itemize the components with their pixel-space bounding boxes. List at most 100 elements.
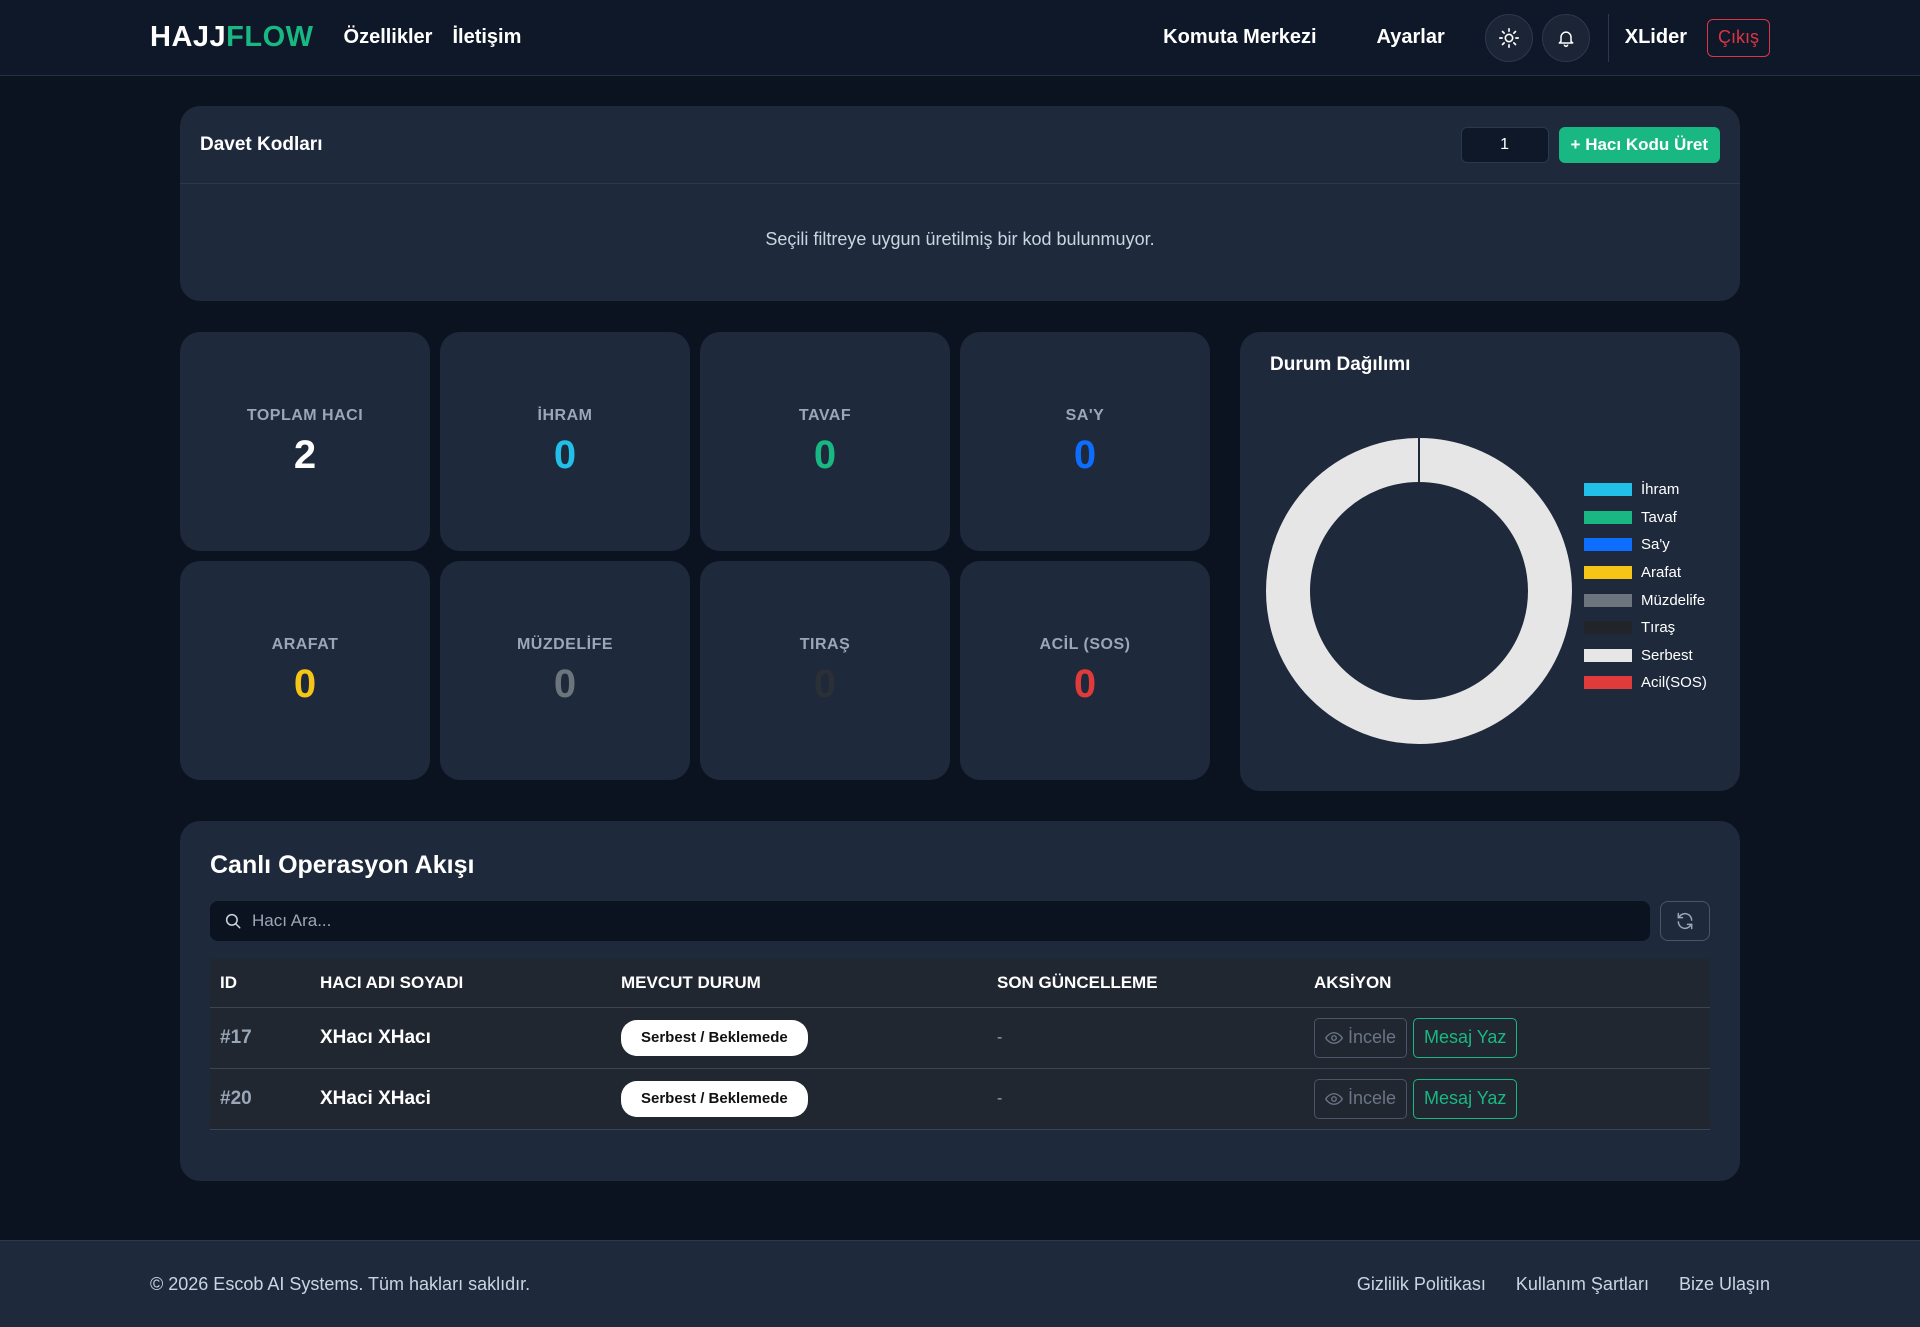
user-name[interactable]: XLider — [1625, 26, 1687, 49]
legend-item[interactable]: Serbest — [1584, 642, 1707, 670]
status-badge: Serbest / Beklemede — [621, 1019, 808, 1056]
status-donut-chart — [1266, 438, 1572, 744]
generate-code-button[interactable]: + Hacı Kodu Üret — [1558, 126, 1720, 163]
view-button[interactable]: İncele — [1314, 1017, 1408, 1058]
stat-card: İHRAM 0 — [440, 332, 690, 551]
bell-icon — [1558, 30, 1574, 47]
stat-label: ARAFAT — [271, 635, 339, 653]
col-header-name: HACI ADI SOYADI — [310, 959, 611, 1008]
code-quantity-input[interactable]: 1 — [1460, 126, 1549, 163]
stat-card: ARAFAT 0 — [180, 561, 430, 780]
view-button[interactable]: İncele — [1314, 1078, 1408, 1119]
refresh-icon — [1677, 912, 1693, 930]
search-box — [210, 901, 1650, 941]
stat-label: SA'Y — [1065, 406, 1105, 424]
legend-swatch — [1584, 538, 1632, 552]
stat-label: MÜZDELİFE — [516, 635, 614, 653]
refresh-button[interactable] — [1660, 901, 1710, 941]
stat-value: 0 — [293, 661, 317, 706]
legend-swatch — [1584, 483, 1632, 497]
row-id: #20 — [210, 1068, 310, 1130]
stat-value: 0 — [813, 661, 837, 706]
legend-item[interactable]: İhram — [1584, 476, 1707, 504]
legend-label: Tavaf — [1641, 508, 1677, 526]
chart-legend: İhram Tavaf Sa'y Arafat Müzdelife Tıraş Serbes… — [1584, 476, 1707, 697]
message-button[interactable]: Mesaj Yaz — [1413, 1017, 1518, 1058]
message-button[interactable]: Mesaj Yaz — [1413, 1078, 1518, 1119]
stat-card: TAVAF 0 — [700, 332, 950, 551]
footer: © 2026 Escob AI Systems. Tüm hakları sak… — [0, 1240, 1920, 1327]
legend-swatch — [1584, 566, 1632, 580]
footer-copyright: © 2026 Escob AI Systems. Tüm hakları sak… — [150, 1273, 531, 1294]
stat-label: İHRAM — [537, 406, 593, 424]
legend-label: Serbest — [1641, 646, 1693, 664]
stat-label: TOPLAM HACI — [246, 406, 364, 424]
stat-label: TAVAF — [798, 406, 852, 424]
row-actions: İncele Mesaj Yaz — [1304, 1068, 1710, 1130]
legend-item[interactable]: Sa'y — [1584, 531, 1707, 559]
invite-codes-card: Davet Kodları 1 + Hacı Kodu Üret Seçili … — [180, 106, 1740, 301]
row-status-cell: Serbest / Beklemede — [611, 1068, 987, 1130]
nav-link-command-center[interactable]: Komuta Merkezi — [1163, 26, 1316, 49]
row-id: #17 — [210, 1007, 310, 1069]
legend-item[interactable]: Acil(SOS) — [1584, 669, 1707, 697]
nav-right: Komuta Merkezi Ayarlar XLider Çıkış — [1163, 13, 1770, 62]
footer-link-contact[interactable]: Bize Ulaşın — [1679, 1274, 1770, 1295]
donut-slice-6[interactable] — [1266, 438, 1572, 744]
legend-item[interactable]: Tavaf — [1584, 504, 1707, 532]
status-badge: Serbest / Beklemede — [621, 1080, 808, 1117]
footer-link-privacy[interactable]: Gizlilik Politikası — [1357, 1274, 1486, 1295]
footer-links: Gizlilik Politikası Kullanım Şartları Bi… — [1327, 1274, 1770, 1295]
legend-item[interactable]: Arafat — [1584, 559, 1707, 587]
stat-value: 0 — [1073, 432, 1097, 477]
chart-title: Durum Dağılımı — [1270, 354, 1411, 375]
legend-label: Sa'y — [1641, 536, 1670, 554]
legend-item[interactable]: Müzdelife — [1584, 586, 1707, 614]
invite-codes-title: Davet Kodları — [200, 133, 323, 155]
status-distribution-card: Durum Dağılımı İhram Tavaf Sa'y Arafat Müzde… — [1240, 332, 1740, 791]
stat-value: 0 — [553, 661, 577, 706]
legend-swatch — [1584, 621, 1632, 635]
sun-icon — [1498, 27, 1519, 48]
stat-value: 2 — [293, 432, 317, 477]
legend-swatch — [1584, 593, 1632, 607]
legend-swatch — [1584, 510, 1632, 524]
search-icon — [225, 913, 241, 929]
row-status-cell: Serbest / Beklemede — [611, 1007, 987, 1069]
row-updated: - — [987, 1068, 1304, 1130]
stat-card: ACİL (SOS) 0 — [960, 561, 1210, 780]
stat-value: 0 — [553, 432, 577, 477]
row-name: XHacı XHacı — [310, 1007, 611, 1069]
table-header-row: ID HACI ADI SOYADI MEVCUT DURUM SON GÜNC… — [210, 959, 1710, 1008]
nav-link-settings[interactable]: Ayarlar — [1377, 26, 1445, 49]
stat-card: MÜZDELİFE 0 — [440, 561, 690, 780]
eye-icon — [1325, 1092, 1343, 1105]
legend-item[interactable]: Tıraş — [1584, 614, 1707, 642]
col-header-updated: SON GÜNCELLEME — [987, 959, 1304, 1008]
nav-link-features[interactable]: Özellikler — [344, 26, 433, 49]
legend-label: Tıraş — [1641, 619, 1676, 637]
row-name: XHaci XHaci — [310, 1068, 611, 1130]
nav-link-contact[interactable]: İletişim — [452, 26, 521, 49]
legend-label: İhram — [1641, 481, 1680, 499]
row-actions: İncele Mesaj Yaz — [1304, 1007, 1710, 1069]
logout-button[interactable]: Çıkış — [1706, 18, 1770, 57]
row-updated: - — [987, 1007, 1304, 1069]
nav-separator — [1607, 13, 1609, 62]
footer-link-terms[interactable]: Kullanım Şartları — [1516, 1274, 1649, 1295]
stat-card: TOPLAM HACI 2 — [180, 332, 430, 551]
table-row: #17 XHacı XHacı Serbest / Beklemede - İn… — [210, 1007, 1710, 1069]
navbar: HAJJFLOW Özellikler İletişim Komuta Merk… — [0, 0, 1920, 76]
stat-label: ACİL (SOS) — [1039, 635, 1131, 653]
legend-label: Müzdelife — [1641, 591, 1706, 609]
col-header-action: AKSİYON — [1304, 959, 1710, 1008]
notifications-button[interactable] — [1541, 13, 1590, 62]
legend-label: Acil(SOS) — [1641, 674, 1707, 692]
stat-value: 0 — [1073, 661, 1097, 706]
operations-table: ID HACI ADI SOYADI MEVCUT DURUM SON GÜNC… — [210, 959, 1710, 1130]
legend-label: Arafat — [1641, 564, 1682, 582]
view-button-label: İncele — [1348, 1027, 1397, 1047]
theme-toggle-button[interactable] — [1484, 13, 1533, 62]
brand-logo[interactable]: HAJJFLOW — [150, 21, 314, 54]
search-input[interactable] — [252, 911, 1552, 931]
